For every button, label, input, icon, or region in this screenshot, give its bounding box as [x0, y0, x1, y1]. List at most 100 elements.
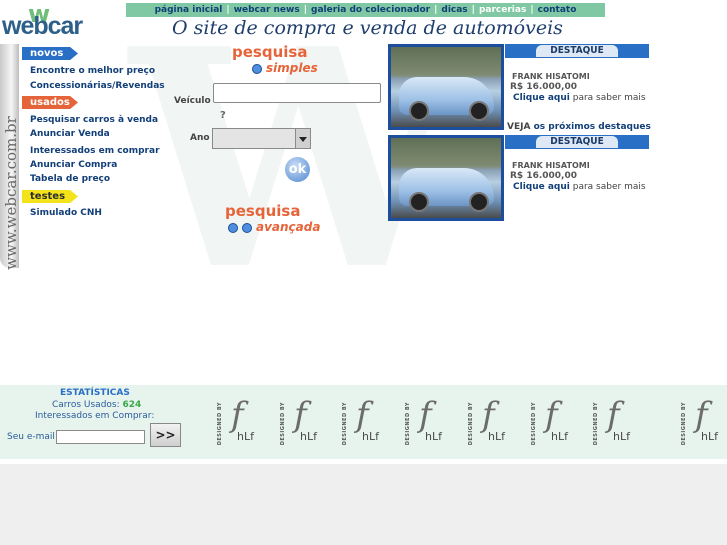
designed-by-logo: DESIGNED BY f hLf [681, 398, 727, 446]
veja-prefix: VEJA [507, 122, 531, 132]
vertical-brand-bar: www.webcar.com.br [0, 44, 20, 270]
search-advanced-subtitle[interactable]: avançada [228, 220, 320, 234]
hlf-brand: hLf [488, 430, 505, 443]
wheel-shape [469, 192, 489, 212]
designed-by-text: DESIGNED BY [280, 402, 286, 446]
destaque-banner: DESTAQUE [505, 135, 649, 149]
nav-dicas[interactable]: dicas [437, 5, 471, 15]
hlf-f-icon: f [607, 395, 620, 435]
stats-used-label: Carros Usados: [52, 400, 120, 410]
bullet-icon [228, 222, 238, 233]
highlight-more: Clique aqui para saber mais [513, 182, 646, 192]
highlight-car-photo[interactable] [388, 135, 504, 221]
highlight-car-photo[interactable] [388, 44, 504, 130]
link-pesquisar-carros[interactable]: Pesquisar carros à venda [30, 115, 158, 125]
designed-by-logo: DESIGNED BY f hLf [280, 398, 326, 446]
highlight-seller: FRANK HISATOMI [512, 72, 590, 81]
vertical-brand-text: www.webcar.com.br [2, 116, 20, 270]
highlight-price: R$ 16.000,00 [510, 171, 577, 181]
destaque-label: DESTAQUE [536, 45, 618, 57]
highlight-more-text: para saber mais [572, 93, 646, 103]
hlf-brand: hLf [300, 430, 317, 443]
webcar-logo[interactable]: w webcar [0, 0, 83, 44]
designed-by-text: DESIGNED BY [531, 402, 537, 446]
tag-testes: testes [22, 190, 78, 203]
vehicle-label: Veículo [174, 96, 211, 106]
stats-used-value: 624 [122, 400, 142, 410]
top-navigation: página inicial | webcar news | galeria d… [126, 3, 605, 17]
stats-interested-label: Interessados em Comprar: [35, 411, 155, 421]
nav-pagina-inicial[interactable]: página inicial [151, 5, 227, 15]
tag-usados: usados [22, 96, 78, 109]
link-tabela-preco[interactable]: Tabela de preço [30, 174, 110, 184]
designed-by-text: DESIGNED BY [468, 402, 474, 446]
hlf-brand: hLf [237, 430, 254, 443]
highlight-more-text: para saber mais [572, 182, 646, 192]
designed-by-logo: DESIGNED BY f hLf [468, 398, 514, 446]
link-interessados-comprar[interactable]: Interessados em comprar [30, 146, 160, 156]
designed-by-logo: DESIGNED BY f hLf [593, 398, 639, 446]
link-melhor-preco[interactable]: Encontre o melhor preço [30, 66, 155, 76]
hlf-brand: hLf [362, 430, 379, 443]
designed-by-logo: DESIGNED BY f hLf [531, 398, 577, 446]
link-anunciar-compra[interactable]: Anunciar Compra [30, 160, 117, 170]
search-simple-title: pesquisa [232, 43, 308, 61]
help-question-mark[interactable]: ? [220, 110, 226, 121]
designed-by-text: DESIGNED BY [681, 402, 687, 446]
email-input[interactable] [56, 430, 145, 444]
highlight-more-link[interactable]: Clique aqui [513, 93, 570, 103]
stats-title: ESTATÍSTICAS [60, 388, 130, 398]
hlf-f-icon: f [231, 395, 244, 435]
designed-by-logo: DESIGNED BY f hLf [342, 398, 388, 446]
wheel-shape [409, 192, 429, 212]
hlf-f-icon: f [294, 395, 307, 435]
email-submit-button[interactable]: >> [150, 423, 181, 447]
stats-used: Carros Usados: 624 [52, 400, 141, 410]
designed-by-text: DESIGNED BY [217, 402, 223, 446]
page-headline: O site de compra e venda de automóveis [172, 17, 563, 39]
stats-interested: Interessados em Comprar: [35, 411, 154, 421]
hlf-f-icon: f [419, 395, 432, 435]
veja-link[interactable]: os próximos destaques [534, 122, 651, 132]
link-anunciar-venda[interactable]: Anunciar Venda [30, 129, 110, 139]
designed-by-text: DESIGNED BY [593, 402, 599, 446]
bullet-icon [242, 222, 252, 233]
link-simulado-cnh[interactable]: Simulado CNH [30, 208, 102, 218]
designed-by-text: DESIGNED BY [405, 402, 411, 446]
nav-webcar-news[interactable]: webcar news [230, 5, 304, 15]
highlight-more-link[interactable]: Clique aqui [513, 182, 570, 192]
vehicle-input[interactable] [213, 83, 381, 103]
designed-by-logo: DESIGNED BY f hLf [217, 398, 263, 446]
year-label: Ano [190, 133, 210, 143]
hlf-f-icon: f [482, 395, 495, 435]
highlight-price: R$ 16.000,00 [510, 82, 577, 92]
email-label: Seu e-mail [7, 432, 55, 442]
chevron-down-icon[interactable] [295, 129, 310, 148]
designed-by-logo: DESIGNED BY f hLf [405, 398, 451, 446]
bullet-icon [252, 63, 262, 74]
hlf-f-icon: f [356, 395, 369, 435]
nav-contato[interactable]: contato [534, 5, 581, 15]
hlf-brand: hLf [613, 430, 630, 443]
search-simple-subtitle-text: simples [266, 61, 318, 75]
ok-search-button[interactable]: ok [285, 157, 310, 182]
search-advanced-subtitle-text: avançada [256, 220, 321, 234]
nav-galeria[interactable]: galeria do colecionador [307, 5, 434, 15]
hlf-f-icon: f [545, 395, 558, 435]
hlf-f-icon: f [695, 395, 708, 435]
hlf-brand: hLf [551, 430, 568, 443]
link-concessionarias[interactable]: Concessionárias/Revendas [30, 81, 165, 91]
hlf-brand: hLf [425, 430, 442, 443]
hlf-brand: hLf [701, 430, 718, 443]
search-advanced-title[interactable]: pesquisa [225, 204, 300, 219]
year-select[interactable] [212, 128, 311, 149]
nav-parcerias[interactable]: parcerias [475, 5, 530, 15]
highlight-seller: FRANK HISATOMI [512, 161, 590, 170]
veja-destaques: VEJA os próximos destaques [507, 122, 651, 132]
highlight-more: Clique aqui para saber mais [513, 93, 646, 103]
search-simple-subtitle: simples [252, 61, 318, 75]
wheel-shape [469, 101, 489, 121]
designed-by-text: DESIGNED BY [342, 402, 348, 446]
tag-novos: novos [22, 47, 78, 60]
wheel-shape [409, 101, 429, 121]
